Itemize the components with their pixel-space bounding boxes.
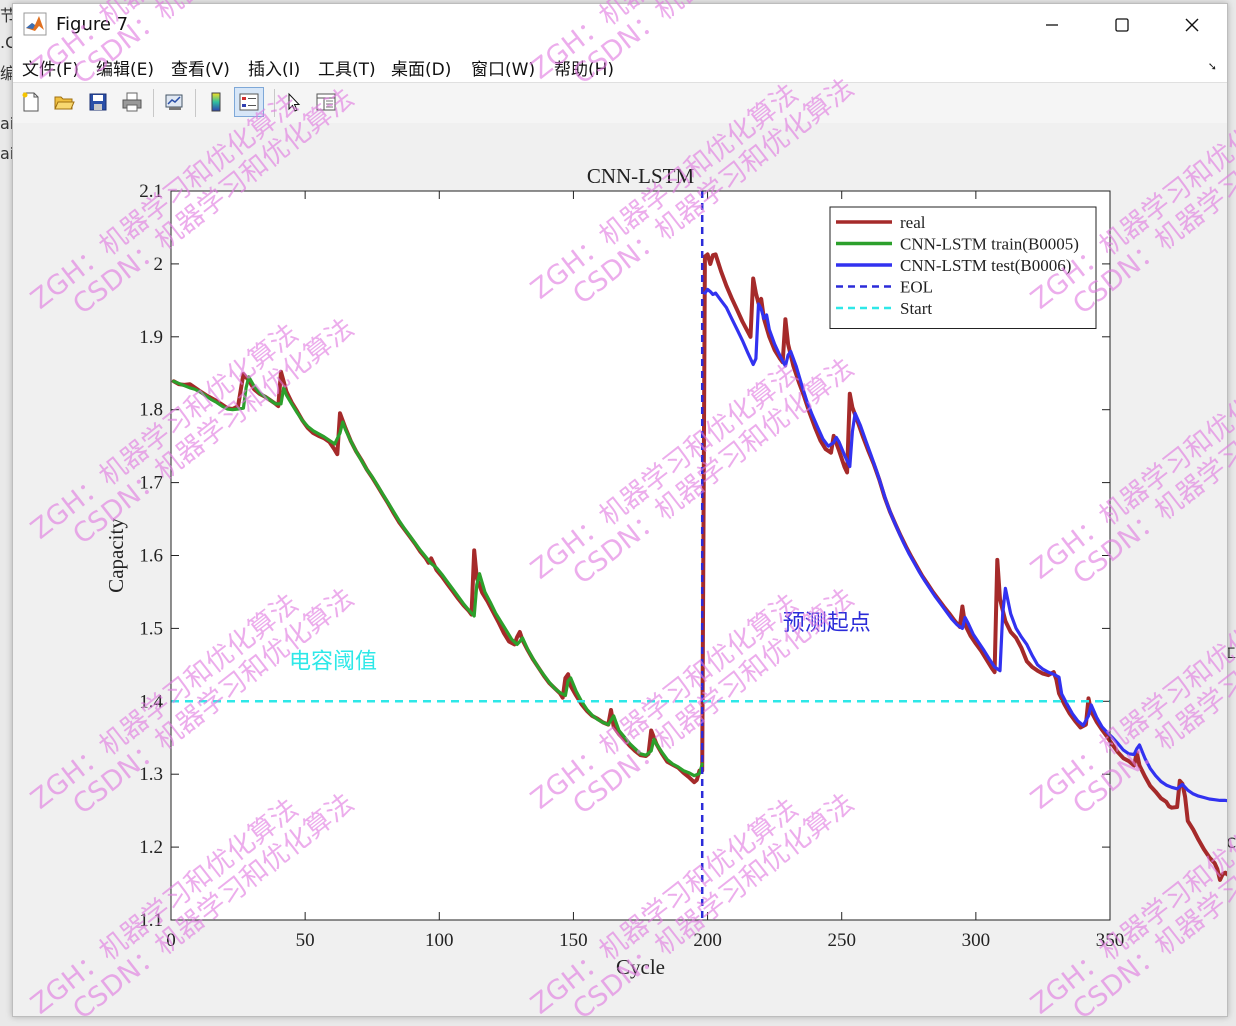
menu-help[interactable]: 帮助(H) — [554, 55, 614, 80]
menu-edit[interactable]: 编辑(E) — [96, 55, 154, 80]
x-tick-label: 50 — [296, 930, 315, 951]
open-file-button[interactable] — [49, 87, 79, 117]
print-icon — [122, 92, 142, 112]
legend-entry: real — [900, 213, 926, 232]
x-tick-label: 100 — [425, 930, 454, 951]
y-tick-label: 1.4 — [139, 691, 163, 712]
title-bar[interactable]: Figure 7 — [13, 4, 1227, 46]
menu-tools[interactable]: 工具(T) — [318, 55, 376, 80]
menu-window[interactable]: 窗口(W) — [471, 55, 535, 80]
print-button[interactable] — [117, 87, 147, 117]
capacity-chart: 0 50 100 150 200 250 300 350 1.1 1.2 1.3 1.4 1.5 1.6 1… — [104, 164, 1227, 979]
figure-window: Figure 7 文件(F) 编辑(E) 查看(V) 插入(I) 工具(T) 桌… — [12, 3, 1228, 1017]
legend-button[interactable] — [234, 87, 264, 117]
menu-desktop[interactable]: 桌面(D) — [391, 55, 451, 80]
legend[interactable]: real CNN-LSTM train(B0005) CNN-LSTM test(B… — [829, 206, 1097, 329]
chart-title: CNN-LSTM — [587, 164, 695, 188]
property-inspector-icon — [316, 93, 336, 111]
x-tick-label: 250 — [827, 930, 856, 951]
maximize-icon — [1115, 18, 1129, 32]
new-figure-icon — [22, 92, 39, 112]
window-title: Figure 7 — [56, 14, 129, 35]
colorbar-button[interactable] — [201, 87, 231, 117]
minimize-button[interactable] — [1017, 4, 1087, 46]
x-tick-label: 350 — [1096, 930, 1125, 951]
link-plot-icon — [165, 94, 183, 110]
legend-entry: CNN-LSTM train(B0005) — [900, 235, 1079, 254]
y-tick-label: 1.8 — [139, 400, 163, 421]
new-figure-button[interactable] — [16, 87, 46, 117]
menu-bar: 文件(F) 编辑(E) 查看(V) 插入(I) 工具(T) 桌面(D) 窗口(W… — [13, 48, 1227, 82]
y-tick-label: 1.3 — [139, 764, 163, 785]
open-file-icon — [54, 96, 75, 110]
close-button[interactable] — [1157, 4, 1227, 46]
figure-canvas: 0 50 100 150 200 250 300 350 1.1 1.2 1.3 1.4 1.5 1.6 1… — [13, 123, 1227, 1016]
pointer-button[interactable] — [278, 87, 308, 117]
link-plot-button[interactable] — [159, 87, 189, 117]
save-button[interactable] — [83, 87, 113, 117]
legend-entry: Start — [900, 299, 932, 318]
colorbar-icon — [211, 92, 221, 112]
x-tick-label: 300 — [962, 930, 991, 951]
annotation-label: 预测起点 — [783, 611, 871, 636]
menu-overflow-icon[interactable]: ➘ — [1208, 60, 1217, 73]
toolbar-separator — [195, 89, 196, 117]
y-tick-label: 1.5 — [139, 618, 163, 639]
y-tick-label: 1.1 — [139, 910, 163, 931]
x-tick-label: 0 — [166, 930, 176, 951]
y-tick-label: 1.7 — [139, 473, 163, 494]
maximize-button[interactable] — [1087, 4, 1157, 46]
figure-toolbar — [13, 82, 1227, 124]
matlab-icon — [23, 12, 47, 36]
x-tick-label: 200 — [693, 930, 722, 951]
y-tick-label: 1.9 — [139, 327, 163, 348]
minimize-icon — [1046, 24, 1058, 26]
close-icon — [1185, 18, 1199, 32]
toolbar-separator — [153, 89, 154, 117]
y-axis-label: Capacity — [104, 518, 128, 593]
legend-icon — [239, 93, 259, 111]
menu-view[interactable]: 查看(V) — [171, 55, 230, 80]
save-icon — [89, 93, 107, 111]
y-tick-label: 1.6 — [139, 546, 163, 567]
legend-entry: EOL — [900, 278, 933, 297]
x-tick-label: 150 — [559, 930, 588, 951]
pointer-icon — [288, 92, 301, 112]
property-inspector-button[interactable] — [311, 87, 341, 117]
y-tick-label: 2 — [154, 254, 164, 275]
toolbar-separator — [274, 89, 275, 117]
legend-entry: CNN-LSTM test(B0006) — [900, 256, 1071, 275]
y-tick-label: 1.2 — [139, 837, 163, 858]
x-axis-label: Cycle — [616, 955, 665, 979]
annotation-label: 电容阈值 — [289, 649, 377, 674]
menu-file[interactable]: 文件(F) — [22, 55, 79, 80]
menu-insert[interactable]: 插入(I) — [248, 55, 300, 80]
y-tick-label: 2.1 — [139, 181, 163, 202]
